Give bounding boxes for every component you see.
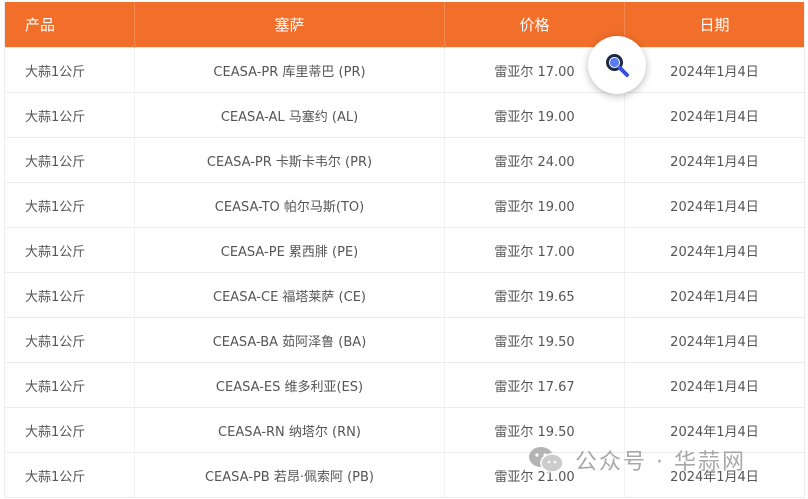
date-cell: 2024年1月4日	[624, 407, 805, 453]
table-row[interactable]: 大蒜1公斤 CEASA-PE 累西腓 (PE) 雷亚尔 17.00 2024年1月4日	[4, 227, 805, 273]
price-cell: 雷亚尔 19.00	[444, 92, 625, 138]
ceasa-cell: CEASA-TO 帕尔马斯(TO)	[134, 182, 445, 228]
table-row[interactable]: 大蒜1公斤 CEASA-CE 福塔莱萨 (CE) 雷亚尔 19.65 2024年1月4…	[4, 272, 805, 318]
ceasa-cell: CEASA-BA 茹阿泽鲁 (BA)	[134, 317, 445, 363]
ceasa-cell: CEASA-PB 若昂·佩索阿 (PB)	[134, 452, 445, 498]
header-date[interactable]: 日期	[624, 2, 805, 48]
ceasa-cell: CEASA-RN 纳塔尔 (RN)	[134, 407, 445, 453]
product-cell: 大蒜1公斤	[4, 272, 135, 318]
table-row[interactable]: 大蒜1公斤 CEASA-PB 若昂·佩索阿 (PB) 雷亚尔 21.00 2024年1…	[4, 452, 805, 498]
ceasa-cell: CEASA-PR 库里蒂巴 (PR)	[134, 47, 445, 93]
header-product[interactable]: 产品	[4, 2, 135, 48]
table-header: 产品 塞萨 价格 日期	[4, 2, 805, 48]
date-cell: 2024年1月4日	[624, 362, 805, 408]
header-price[interactable]: 价格	[444, 2, 625, 48]
price-cell: 雷亚尔 21.00	[444, 452, 625, 498]
product-cell: 大蒜1公斤	[4, 317, 135, 363]
table-body: 大蒜1公斤 CEASA-PR 库里蒂巴 (PR) 雷亚尔 17.00 2024年1月4…	[4, 47, 805, 498]
ceasa-cell: CEASA-ES 维多利亚(ES)	[134, 362, 445, 408]
header-row: 产品 塞萨 价格 日期	[4, 2, 805, 48]
ceasa-cell: CEASA-PR 卡斯卡韦尔 (PR)	[134, 137, 445, 183]
table-row[interactable]: 大蒜1公斤 CEASA-ES 维多利亚(ES) 雷亚尔 17.67 2024年1月4日	[4, 362, 805, 408]
product-cell: 大蒜1公斤	[4, 47, 135, 93]
date-cell: 2024年1月4日	[624, 227, 805, 273]
date-cell: 2024年1月4日	[624, 137, 805, 183]
date-cell: 2024年1月4日	[624, 272, 805, 318]
price-table-page: 产品 塞萨 价格 日期 大蒜1公斤 CEASA-PR 库里蒂巴 (PR) 雷亚尔 1…	[0, 0, 808, 499]
price-cell: 雷亚尔 17.00	[444, 227, 625, 273]
price-cell: 雷亚尔 19.00	[444, 182, 625, 228]
table-row[interactable]: 大蒜1公斤 CEASA-PR 卡斯卡韦尔 (PR) 雷亚尔 24.00 2024年1月…	[4, 137, 805, 183]
ceasa-cell: CEASA-PE 累西腓 (PE)	[134, 227, 445, 273]
table-row[interactable]: 大蒜1公斤 CEASA-RN 纳塔尔 (RN) 雷亚尔 19.50 2024年1月4日	[4, 407, 805, 453]
product-cell: 大蒜1公斤	[4, 92, 135, 138]
ceasa-cell: CEASA-CE 福塔莱萨 (CE)	[134, 272, 445, 318]
table-row[interactable]: 大蒜1公斤 CEASA-PR 库里蒂巴 (PR) 雷亚尔 17.00 2024年1月4…	[4, 47, 805, 93]
product-cell: 大蒜1公斤	[4, 452, 135, 498]
table-row[interactable]: 大蒜1公斤 CEASA-AL 马塞约 (AL) 雷亚尔 19.00 2024年1月4日	[4, 92, 805, 138]
price-cell: 雷亚尔 19.50	[444, 317, 625, 363]
date-cell: 2024年1月4日	[624, 452, 805, 498]
table-row[interactable]: 大蒜1公斤 CEASA-BA 茹阿泽鲁 (BA) 雷亚尔 19.50 2024年1月4…	[4, 317, 805, 363]
date-cell: 2024年1月4日	[624, 182, 805, 228]
product-cell: 大蒜1公斤	[4, 362, 135, 408]
search-icon	[606, 54, 629, 77]
header-ceasa[interactable]: 塞萨	[134, 2, 445, 48]
table-row[interactable]: 大蒜1公斤 CEASA-TO 帕尔马斯(TO) 雷亚尔 19.00 2024年1月4日	[4, 182, 805, 228]
price-cell: 雷亚尔 19.50	[444, 407, 625, 453]
ceasa-cell: CEASA-AL 马塞约 (AL)	[134, 92, 445, 138]
search-button[interactable]	[588, 36, 646, 94]
date-cell: 2024年1月4日	[624, 47, 805, 93]
date-cell: 2024年1月4日	[624, 317, 805, 363]
product-cell: 大蒜1公斤	[4, 407, 135, 453]
price-cell: 雷亚尔 17.67	[444, 362, 625, 408]
price-cell: 雷亚尔 24.00	[444, 137, 625, 183]
price-table: 产品 塞萨 价格 日期 大蒜1公斤 CEASA-PR 库里蒂巴 (PR) 雷亚尔 1…	[4, 2, 805, 498]
date-cell: 2024年1月4日	[624, 92, 805, 138]
price-cell: 雷亚尔 19.65	[444, 272, 625, 318]
product-cell: 大蒜1公斤	[4, 182, 135, 228]
product-cell: 大蒜1公斤	[4, 137, 135, 183]
product-cell: 大蒜1公斤	[4, 227, 135, 273]
